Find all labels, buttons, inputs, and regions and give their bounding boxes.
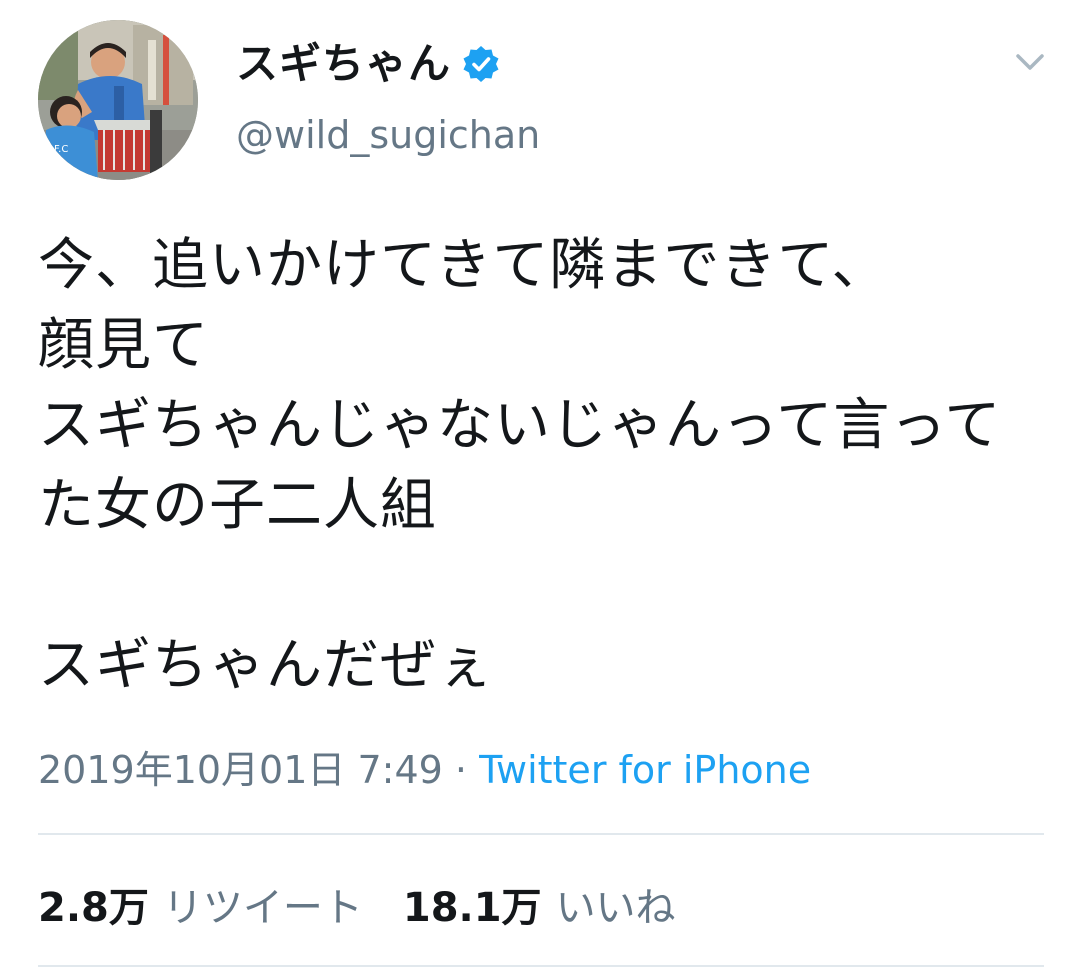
tweet-timestamp[interactable]: 2019年10月01日 7:49 — [38, 748, 443, 792]
retweets-count: 2.8万 — [38, 885, 149, 931]
likes-count: 18.1万 — [402, 885, 542, 931]
verified-badge-icon — [461, 44, 501, 84]
retweets-label: リツイート — [162, 885, 363, 931]
divider — [38, 833, 1044, 835]
likes-stat[interactable]: 18.1万 いいね — [403, 875, 676, 933]
avatar[interactable]: F.C — [38, 20, 198, 180]
svg-text:F.C: F.C — [54, 144, 68, 155]
tweet-detail: F.C スギちゃん @wild_sugichan 今、追いかけてきて隣まできて、… — [0, 0, 1080, 968]
retweets-stat[interactable]: 2.8万 リツイート — [38, 875, 363, 933]
divider — [38, 965, 1044, 967]
avatar-photo: F.C — [38, 20, 198, 180]
meta-separator: · — [442, 748, 480, 792]
tweet-text: 今、追いかけてきて隣まできて、 顔見て スギちゃんじゃないじゃんって言ってた女の… — [38, 233, 1002, 698]
tweet-stats: 2.8万 リツイート 18.1万 いいね — [38, 876, 676, 932]
name-row[interactable]: スギちゃん — [236, 36, 501, 92]
user-handle[interactable]: @wild_sugichan — [236, 116, 540, 154]
tweet-meta: 2019年10月01日 7:49 · Twitter for iPhone — [38, 746, 811, 794]
display-name[interactable]: スギちゃん — [236, 43, 451, 85]
likes-label: いいね — [555, 885, 676, 931]
tweet-source-link[interactable]: Twitter for iPhone — [479, 748, 811, 792]
chevron-down-icon[interactable] — [1010, 46, 1050, 80]
